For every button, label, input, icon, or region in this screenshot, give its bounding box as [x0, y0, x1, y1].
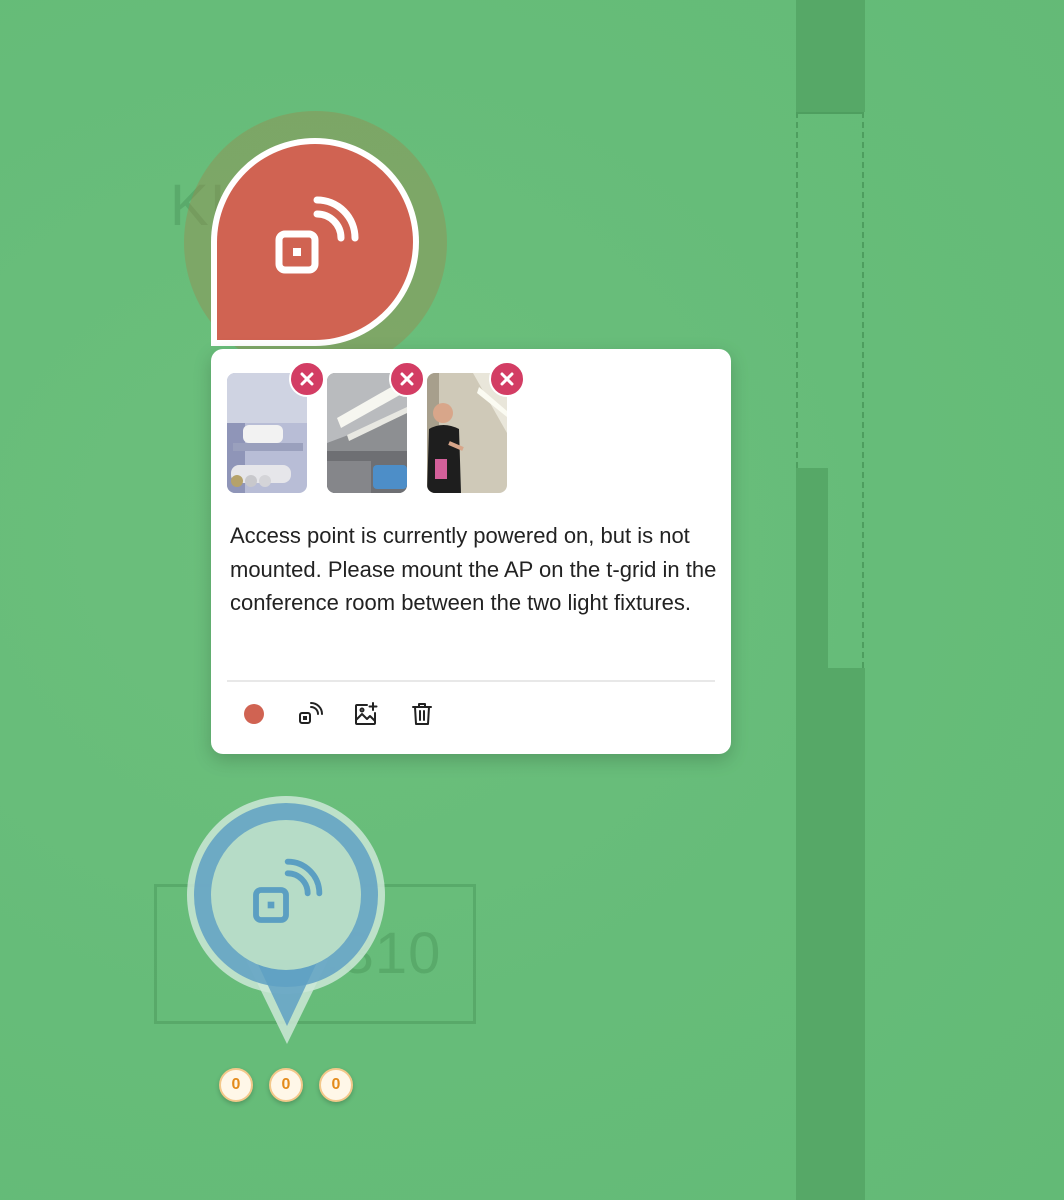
remove-photo-button[interactable]: [289, 361, 325, 397]
access-point-pin-core[interactable]: [211, 820, 361, 970]
selected-access-point-pin[interactable]: [211, 138, 419, 346]
wall-segment: [796, 668, 865, 1200]
wall-outline: [796, 112, 798, 468]
pin-count-badge[interactable]: 0: [269, 1068, 303, 1102]
close-icon: [300, 372, 314, 386]
wall-outline: [862, 112, 864, 668]
delete-pin-button[interactable]: [407, 699, 437, 729]
trash-icon: [412, 703, 432, 725]
pin-note-text[interactable]: Access point is currently powered on, bu…: [230, 519, 720, 620]
access-point-icon: [253, 858, 323, 923]
add-image-icon: [355, 702, 378, 725]
access-point-icon: [299, 702, 323, 724]
device-type-button[interactable]: [295, 699, 325, 729]
close-icon: [400, 372, 414, 386]
wall-outline: [796, 112, 864, 114]
pin-count-badge[interactable]: 0: [219, 1068, 253, 1102]
access-point-icon: [267, 192, 363, 293]
color-dot-icon: [244, 704, 264, 724]
pin-actions-toolbar: [239, 699, 463, 729]
pin-details-popup: Access point is currently powered on, bu…: [211, 349, 731, 754]
close-icon: [500, 372, 514, 386]
status-color-button[interactable]: [239, 699, 269, 729]
wall-segment: [796, 468, 828, 668]
wall-segment: [796, 0, 865, 112]
remove-photo-button[interactable]: [389, 361, 425, 397]
remove-photo-button[interactable]: [489, 361, 525, 397]
divider: [227, 680, 715, 682]
pin-count-badge[interactable]: 0: [319, 1068, 353, 1102]
add-photo-button[interactable]: [351, 699, 381, 729]
